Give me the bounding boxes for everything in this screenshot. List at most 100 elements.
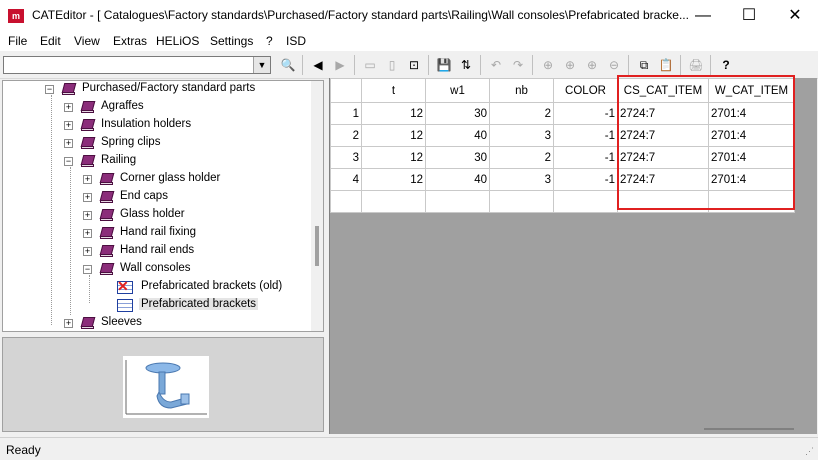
book-icon — [99, 209, 115, 222]
tree-item-label: Railing — [101, 154, 137, 166]
book-icon — [80, 317, 96, 330]
expand-icon[interactable]: + — [83, 193, 92, 202]
minimize-button[interactable]: — — [680, 0, 726, 31]
table-cell[interactable] — [553, 190, 618, 213]
collapse-icon[interactable]: − — [64, 157, 73, 166]
print-icon[interactable]: 🖨 — [686, 55, 706, 75]
tree-item-label: Sleeves — [101, 316, 142, 328]
new-document-icon[interactable]: ▭ — [360, 55, 380, 75]
table-cell[interactable]: -1 — [553, 168, 618, 191]
table-cell[interactable]: 30 — [425, 146, 490, 169]
table-cell[interactable]: 3 — [489, 168, 554, 191]
chevron-down-icon[interactable]: ▼ — [253, 57, 270, 73]
horizontal-scroll-indicator[interactable] — [704, 428, 794, 430]
table-cell[interactable]: -1 — [553, 146, 618, 169]
book-icon — [99, 227, 115, 240]
catalogue-tree[interactable]: − Purchased/Factory standard parts + Agr… — [2, 80, 324, 332]
table-cell[interactable]: -1 — [553, 102, 618, 125]
book-icon — [99, 173, 115, 186]
expand-icon[interactable]: + — [64, 139, 73, 148]
expand-icon[interactable]: + — [64, 103, 73, 112]
toolbar-separator — [710, 55, 711, 75]
book-icon — [80, 101, 96, 114]
column-header-color[interactable]: COLOR — [553, 78, 618, 103]
table-cell[interactable]: 3 — [489, 124, 554, 147]
row-header[interactable]: 1 — [330, 102, 362, 125]
tree-item-label: Hand rail ends — [120, 244, 195, 256]
table-cell[interactable]: -1 — [553, 124, 618, 147]
highlight-annotation — [617, 75, 795, 210]
table-cell[interactable]: 12 — [361, 168, 426, 191]
forward-icon[interactable]: ▶ — [330, 55, 350, 75]
corner-header[interactable] — [330, 78, 362, 103]
tree-connector — [89, 275, 90, 303]
menu-settings[interactable]: Settings — [210, 34, 253, 48]
add-column-icon[interactable]: ⊕ — [538, 55, 558, 75]
help-icon[interactable]: ? — [716, 55, 736, 75]
table-cell[interactable]: 12 — [361, 124, 426, 147]
find-icon[interactable]: 🔍 — [278, 55, 298, 75]
add-row-icon[interactable]: ⊕ — [560, 55, 580, 75]
tree-item-label: End caps — [120, 190, 168, 202]
toolbar-separator — [680, 55, 681, 75]
table-cell[interactable]: 40 — [425, 168, 490, 191]
save-icon[interactable]: 💾 — [434, 55, 454, 75]
expand-icon[interactable]: + — [83, 229, 92, 238]
menu-helios[interactable]: HELiOS — [156, 34, 199, 48]
row-header[interactable]: 2 — [330, 124, 362, 147]
tree-item-label: Glass holder — [120, 208, 185, 220]
collapse-icon[interactable]: − — [83, 265, 92, 274]
expand-icon[interactable]: + — [64, 121, 73, 130]
sort-icon[interactable]: ⇅ — [456, 55, 476, 75]
redo-icon[interactable]: ↷ — [508, 55, 528, 75]
menu-help[interactable]: ? — [266, 34, 273, 48]
undo-icon[interactable]: ↶ — [486, 55, 506, 75]
menu-isd[interactable]: ISD — [286, 34, 306, 48]
path-combo[interactable]: ▼ — [3, 56, 271, 74]
expand-icon[interactable]: + — [83, 211, 92, 220]
close-button[interactable]: ✕ — [772, 0, 818, 31]
menu-file[interactable]: File — [8, 34, 27, 48]
resize-grip-icon[interactable]: ⋰ — [805, 446, 814, 457]
back-icon[interactable]: ◀ — [308, 55, 328, 75]
toolbar-separator — [354, 55, 355, 75]
table-cell[interactable]: 2 — [489, 146, 554, 169]
collapse-icon[interactable]: − — [45, 85, 54, 94]
row-header[interactable]: 3 — [330, 146, 362, 169]
table-cell[interactable] — [489, 190, 554, 213]
column-header-w1[interactable]: w1 — [425, 78, 490, 103]
document-icon[interactable]: ▯ — [382, 55, 402, 75]
copy-structure-icon[interactable]: ⊡ — [404, 55, 424, 75]
table-cell[interactable]: 12 — [361, 146, 426, 169]
table-cell[interactable] — [425, 190, 490, 213]
delete-row-icon[interactable]: ⊖ — [604, 55, 624, 75]
expand-icon[interactable]: + — [83, 175, 92, 184]
insert-row-icon[interactable]: ⊕ — [582, 55, 602, 75]
maximize-button[interactable]: ☐ — [726, 0, 772, 31]
tree-connector — [51, 95, 52, 325]
menu-view[interactable]: View — [74, 34, 100, 48]
book-icon — [99, 191, 115, 204]
row-header[interactable]: 4 — [330, 168, 362, 191]
table-cell[interactable]: 40 — [425, 124, 490, 147]
table-cell[interactable]: 12 — [361, 102, 426, 125]
expand-icon[interactable]: + — [64, 319, 73, 328]
table-cell[interactable] — [361, 190, 426, 213]
menu-edit[interactable]: Edit — [40, 34, 61, 48]
tree-scrollbar[interactable] — [311, 81, 323, 331]
paste-icon[interactable]: 📋 — [656, 55, 676, 75]
copy-icon[interactable]: ⧉ — [634, 55, 654, 75]
app-icon: m — [8, 9, 24, 23]
row-header[interactable] — [330, 190, 362, 213]
menu-extras[interactable]: Extras — [113, 34, 147, 48]
toolbar-separator — [628, 55, 629, 75]
tree-item-label: Spring clips — [101, 136, 161, 148]
tree-connector — [70, 167, 71, 315]
expand-icon[interactable]: + — [83, 247, 92, 256]
table-cell[interactable]: 30 — [425, 102, 490, 125]
column-header-nb[interactable]: nb — [489, 78, 554, 103]
scroll-thumb[interactable] — [315, 226, 319, 266]
column-header-t[interactable]: t — [361, 78, 426, 103]
table-cell[interactable]: 2 — [489, 102, 554, 125]
toolbar-separator — [532, 55, 533, 75]
